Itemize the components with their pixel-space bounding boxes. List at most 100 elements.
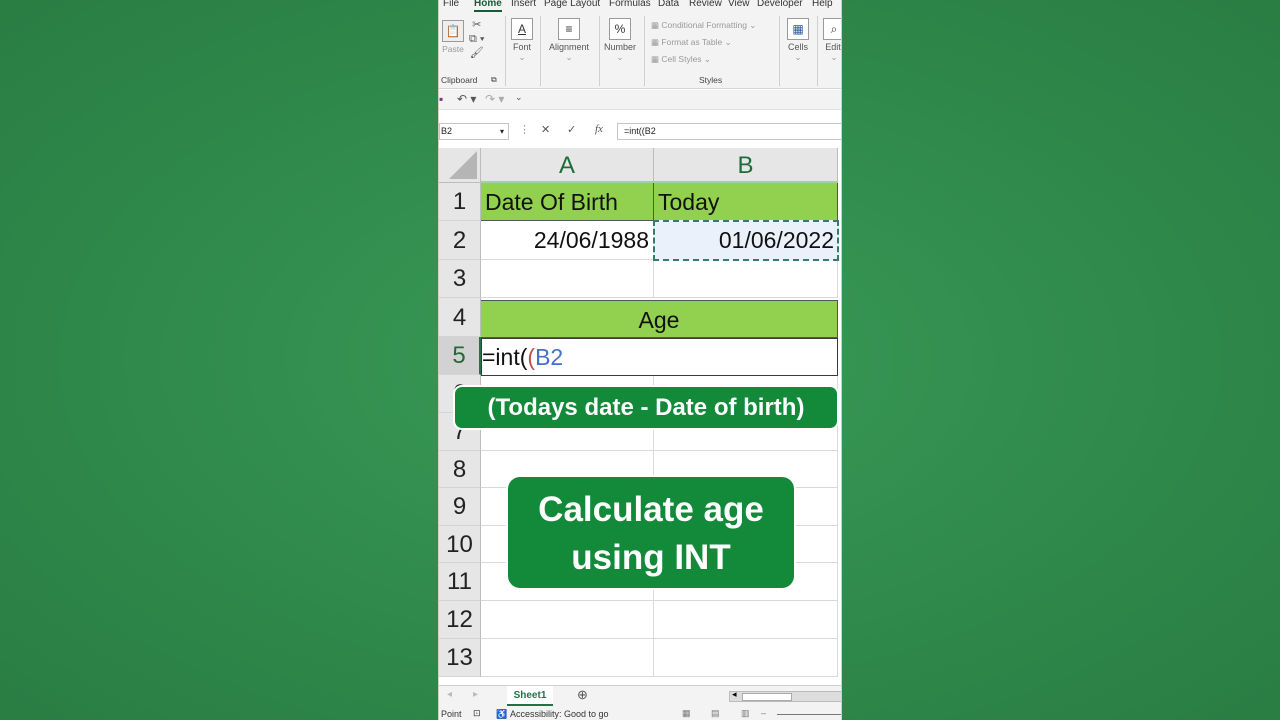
cell-b3[interactable] <box>654 260 838 298</box>
clipboard-group-label: Clipboard <box>441 75 478 85</box>
formula-hint-banner: (Todays date - Date of birth) <box>453 385 839 430</box>
add-sheet-icon[interactable]: ⊕ <box>577 687 588 703</box>
accessibility-status[interactable]: Accessibility: Good to go <box>510 709 609 719</box>
clipboard-tools: ✂ ⧉ ▾ 🖌 <box>469 18 485 60</box>
quick-access-toolbar: ▪ ↶ ▾ ↷ ▾ ⌄ <box>439 90 841 110</box>
divider <box>599 16 600 86</box>
scroll-arrow-icon: ◂ <box>732 689 737 699</box>
chevron-down-icon: ⌄ <box>794 52 802 62</box>
tab-developer[interactable]: Developer <box>757 0 803 9</box>
styles-group-label: Styles <box>699 75 723 85</box>
tab-review[interactable]: Review <box>689 0 722 9</box>
column-header-b[interactable]: B <box>654 148 838 183</box>
cell-a5-editing[interactable]: =int((B2 <box>481 338 838 376</box>
divider <box>644 16 645 86</box>
cancel-icon[interactable]: ✕ <box>541 123 550 136</box>
horizontal-scrollbar[interactable]: ◂ <box>729 689 841 702</box>
undo-icon[interactable]: ↶ ▾ <box>457 92 476 106</box>
accessibility-icon: ♿ <box>496 709 508 719</box>
conditional-formatting-button[interactable]: ▦ Conditional Formatting ⌄ <box>651 20 756 31</box>
page-layout-view-icon[interactable]: ▤ <box>711 708 720 719</box>
row-header-12[interactable]: 12 <box>439 601 481 639</box>
enter-icon[interactable]: ✓ <box>567 123 576 136</box>
name-box[interactable]: B2 ▾ <box>439 123 509 140</box>
divider <box>505 16 506 86</box>
row-header-2[interactable]: 2 <box>439 221 481 260</box>
row-header-10[interactable]: 10 <box>439 526 481 563</box>
chevron-down-icon: ⌄ <box>565 52 573 62</box>
cell-a2[interactable]: 24/06/1988 <box>481 221 654 260</box>
cell-a13[interactable] <box>481 639 654 677</box>
font-button[interactable]: A Font ⌄ <box>511 18 533 63</box>
title-line-2: using INT <box>571 538 731 577</box>
tab-home[interactable]: Home <box>474 0 502 12</box>
formula-reference: B2 <box>535 344 564 370</box>
cell-styles-button[interactable]: ▦ Cell Styles ⌄ <box>651 54 711 65</box>
search-icon: ⌕ <box>823 18 841 40</box>
scroll-left-icon[interactable]: ◂ <box>447 689 452 700</box>
cell-a3[interactable] <box>481 260 654 298</box>
tab-formulas[interactable]: Formulas <box>609 0 651 9</box>
row-header-8[interactable]: 8 <box>439 451 481 488</box>
tab-page-layout[interactable]: Page Layout <box>544 0 600 9</box>
zoom-out-icon[interactable]: – <box>761 708 766 718</box>
cell-b1[interactable]: Today <box>654 183 838 221</box>
format-painter-icon[interactable]: 🖌 <box>469 46 485 60</box>
number-button[interactable]: % Number ⌄ <box>602 18 638 63</box>
drag-handle-icon: ⋮ <box>519 124 530 136</box>
tab-insert[interactable]: Insert <box>511 0 536 9</box>
scroll-right-icon[interactable]: ▸ <box>473 689 478 700</box>
row-header-13[interactable]: 13 <box>439 639 481 677</box>
font-icon: A <box>511 18 533 40</box>
copy-icon[interactable]: ⧉ ▾ <box>469 32 485 46</box>
save-icon[interactable]: ▪ <box>439 92 443 106</box>
format-as-table-button[interactable]: ▦ Format as Table ⌄ <box>651 37 732 48</box>
column-header-a[interactable]: A <box>481 148 654 183</box>
editing-button[interactable]: ⌕ Editi ⌄ <box>821 18 841 63</box>
cells-button[interactable]: ▦ Cells ⌄ <box>785 18 811 63</box>
tab-view[interactable]: View <box>728 0 750 9</box>
insert-function-icon[interactable]: fx <box>595 123 603 135</box>
page-break-view-icon[interactable]: ▥ <box>741 708 750 719</box>
cells-icon: ▦ <box>787 18 809 40</box>
cell-a4-merged[interactable]: Age <box>481 300 838 338</box>
sheet-tab-sheet1[interactable]: Sheet1 <box>507 686 553 706</box>
cell-a12[interactable] <box>481 601 654 639</box>
redo-icon[interactable]: ↷ ▾ <box>485 92 504 106</box>
customize-toolbar-icon[interactable]: ⌄ <box>515 92 523 103</box>
title-line-1: Calculate age <box>538 490 764 529</box>
alignment-icon: ≡ <box>558 18 580 40</box>
formula-bar: B2 ▾ ⋮ ✕ ✓ fx =int((B2 <box>439 120 841 142</box>
row-header-4[interactable]: 4 <box>439 298 481 337</box>
cut-icon[interactable]: ✂ <box>469 18 485 32</box>
cell-b12[interactable] <box>654 601 838 639</box>
cell-b13[interactable] <box>654 639 838 677</box>
row-header-5[interactable]: 5 <box>439 337 481 375</box>
formula-prefix: =int( <box>482 344 528 370</box>
row-header-3[interactable]: 3 <box>439 260 481 298</box>
zoom-slider[interactable] <box>777 714 841 715</box>
status-mode: Point <box>441 709 462 719</box>
select-all-button[interactable] <box>439 148 481 183</box>
chevron-down-icon: ⌄ <box>616 52 624 62</box>
alignment-button[interactable]: ≡ Alignment ⌄ <box>545 18 593 63</box>
tab-data[interactable]: Data <box>658 0 679 9</box>
ribbon: 📋 Paste ✂ ⧉ ▾ 🖌 Clipboard ⧉ A Font ⌄ ≡ Al… <box>439 12 841 89</box>
divider <box>817 16 818 86</box>
row-header-11[interactable]: 11 <box>439 563 481 601</box>
row-header-9[interactable]: 9 <box>439 488 481 526</box>
tab-file[interactable]: File <box>443 0 459 9</box>
divider <box>779 16 780 86</box>
formula-input[interactable]: =int((B2 <box>617 123 841 140</box>
paste-button[interactable]: 📋 Paste <box>441 20 465 54</box>
chevron-down-icon: ⌄ <box>830 52 838 62</box>
cell-a1[interactable]: Date Of Birth <box>481 183 654 221</box>
macro-record-icon[interactable]: ⊡ <box>473 708 481 719</box>
cell-b2-reference[interactable]: 01/06/2022 <box>653 220 839 261</box>
tab-help[interactable]: Help <box>812 0 833 9</box>
row-header-1[interactable]: 1 <box>439 183 481 221</box>
percent-icon: % <box>609 18 631 40</box>
dialog-launcher-icon[interactable]: ⧉ <box>491 75 497 85</box>
normal-view-icon[interactable]: ▦ <box>682 708 691 719</box>
scrollbar-thumb[interactable] <box>742 693 792 701</box>
